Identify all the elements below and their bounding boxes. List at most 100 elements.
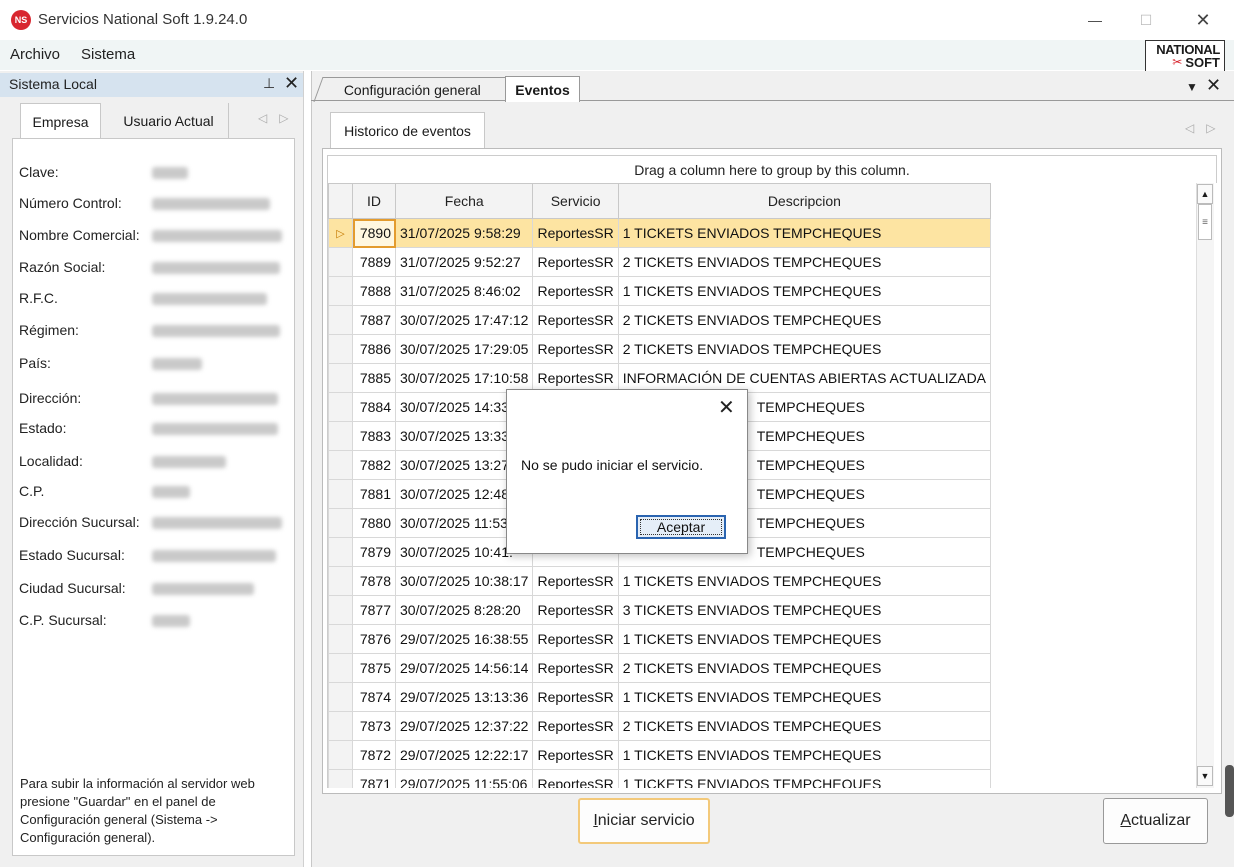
- cell-descripcion[interactable]: 2 TICKETS ENVIADOS TEMPCHEQUES: [617, 653, 992, 683]
- tab-empresa[interactable]: Empresa: [20, 103, 101, 139]
- cell-servicio[interactable]: ReportesSR: [532, 276, 619, 306]
- cell-fecha[interactable]: 30/07/2025 10:38:17: [394, 566, 534, 596]
- cell-descripcion[interactable]: 1 TICKETS ENVIADOS TEMPCHEQUES: [617, 276, 992, 306]
- table-row[interactable]: 7875 29/07/2025 14:56:14 ReportesSR 2 TICKE…: [328, 653, 992, 683]
- cell-id[interactable]: 7872: [352, 740, 396, 770]
- cell-id[interactable]: 7879: [352, 537, 396, 567]
- cell-id[interactable]: 7878: [352, 566, 396, 596]
- pin-icon[interactable]: ⊥: [263, 75, 275, 92]
- tab-configuracion-general[interactable]: Configuración general: [313, 77, 510, 102]
- cell-id[interactable]: 7889: [352, 247, 396, 277]
- column-header-servicio[interactable]: Servicio: [532, 183, 619, 219]
- table-row[interactable]: 7878 30/07/2025 10:38:17 ReportesSR 1 TICKE…: [328, 566, 992, 596]
- cell-descripcion[interactable]: 1 TICKETS ENVIADOS TEMPCHEQUES: [617, 624, 992, 654]
- tab-usuario-actual[interactable]: Usuario Actual: [109, 103, 229, 139]
- vertical-scrollbar[interactable]: [1196, 183, 1214, 788]
- cell-id[interactable]: 7874: [352, 682, 396, 712]
- cell-servicio[interactable]: ReportesSR: [532, 566, 619, 596]
- cell-id[interactable]: 7885: [352, 363, 396, 393]
- table-row[interactable]: 7872 29/07/2025 12:22:17 ReportesSR 1 TICKE…: [328, 740, 992, 770]
- cell-fecha[interactable]: 29/07/2025 12:22:17: [394, 740, 534, 770]
- cell-servicio[interactable]: ReportesSR: [532, 653, 619, 683]
- cell-servicio[interactable]: ReportesSR: [532, 740, 619, 770]
- cell-fecha[interactable]: 29/07/2025 12:37:22: [394, 711, 534, 741]
- cell-descripcion[interactable]: 3 TICKETS ENVIADOS TEMPCHEQUES: [617, 595, 992, 625]
- cell-id[interactable]: 7871: [352, 769, 396, 788]
- table-row[interactable]: 7888 31/07/2025 8:46:02 ReportesSR 1 TICKET…: [328, 276, 992, 306]
- dialog-close-icon[interactable]: ✕: [718, 395, 735, 420]
- cell-descripcion[interactable]: 1 TICKETS ENVIADOS TEMPCHEQUES: [617, 769, 992, 788]
- cell-descripcion[interactable]: 2 TICKETS ENVIADOS TEMPCHEQUES: [617, 305, 992, 335]
- cell-fecha[interactable]: 30/07/2025 8:28:20: [394, 595, 534, 625]
- cell-fecha[interactable]: 29/07/2025 13:13:36: [394, 682, 534, 712]
- close-icon[interactable]: ✕: [1206, 75, 1221, 96]
- cell-fecha[interactable]: 29/07/2025 14:56:14: [394, 653, 534, 683]
- cell-descripcion[interactable]: 2 TICKETS ENVIADOS TEMPCHEQUES: [617, 247, 992, 277]
- cell-id[interactable]: 7882: [352, 450, 396, 480]
- cell-descripcion[interactable]: 2 TICKETS ENVIADOS TEMPCHEQUES: [617, 711, 992, 741]
- table-row[interactable]: 7874 29/07/2025 13:13:36 ReportesSR 1 TICKE…: [328, 682, 992, 712]
- cell-id[interactable]: 7873: [352, 711, 396, 741]
- scroll-thumb[interactable]: ≡: [1198, 204, 1212, 240]
- cell-servicio[interactable]: ReportesSR: [532, 682, 619, 712]
- tab-scroll-arrows-icon[interactable]: ◁▷: [1185, 121, 1227, 135]
- aceptar-button[interactable]: Aceptar: [636, 515, 726, 539]
- tab-scroll-arrows-icon[interactable]: ◁▷: [258, 111, 300, 125]
- cell-fecha[interactable]: 30/07/2025 17:47:12: [394, 305, 534, 335]
- cell-servicio[interactable]: ReportesSR: [532, 334, 619, 364]
- tab-historico-de-eventos[interactable]: Historico de eventos: [330, 112, 485, 148]
- cell-servicio[interactable]: ReportesSR: [532, 247, 619, 277]
- table-row[interactable]: 7877 30/07/2025 8:28:20 ReportesSR 3 TICKET…: [328, 595, 992, 625]
- table-row[interactable]: 7889 31/07/2025 9:52:27 ReportesSR 2 TICKET…: [328, 247, 992, 277]
- cell-fecha[interactable]: 29/07/2025 11:55:06: [394, 769, 534, 788]
- cell-fecha[interactable]: 31/07/2025 8:46:02: [394, 276, 534, 306]
- cell-descripcion[interactable]: 2 TICKETS ENVIADOS TEMPCHEQUES: [617, 334, 992, 364]
- tab-eventos[interactable]: Eventos: [505, 76, 580, 102]
- cell-servicio[interactable]: ReportesSR: [532, 305, 619, 335]
- scroll-up-icon[interactable]: ▲: [1197, 184, 1213, 204]
- close-window-button[interactable]: ✕: [1180, 0, 1226, 40]
- iniciar-servicio-button[interactable]: Iniciar servicio: [578, 798, 710, 844]
- maximize-button[interactable]: ☐: [1123, 0, 1169, 40]
- cell-id[interactable]: 7880: [352, 508, 396, 538]
- cell-fecha[interactable]: 29/07/2025 16:38:55: [394, 624, 534, 654]
- tab-list-dropdown-icon[interactable]: ▼: [1186, 80, 1198, 94]
- cell-servicio[interactable]: ReportesSR: [532, 218, 619, 248]
- actualizar-button[interactable]: Actualizar: [1103, 798, 1208, 844]
- cell-fecha[interactable]: 30/07/2025 17:29:05: [394, 334, 534, 364]
- cell-fecha[interactable]: 31/07/2025 9:58:29: [394, 218, 534, 248]
- group-by-panel[interactable]: Drag a column here to group by this colu…: [327, 155, 1217, 183]
- cell-id[interactable]: 7876: [352, 624, 396, 654]
- cell-id[interactable]: 7883: [352, 421, 396, 451]
- cell-id[interactable]: 7887: [352, 305, 396, 335]
- table-row[interactable]: 7876 29/07/2025 16:38:55 ReportesSR 1 TICKE…: [328, 624, 992, 654]
- menu-sistema[interactable]: Sistema: [81, 46, 135, 63]
- scroll-down-icon[interactable]: ▼: [1197, 766, 1213, 786]
- cell-descripcion[interactable]: 1 TICKETS ENVIADOS TEMPCHEQUES: [617, 682, 992, 712]
- cell-fecha[interactable]: 31/07/2025 9:52:27: [394, 247, 534, 277]
- table-row[interactable]: 7886 30/07/2025 17:29:05 ReportesSR 2 TICKE…: [328, 334, 992, 364]
- cell-id[interactable]: 7881: [352, 479, 396, 509]
- column-header-fecha[interactable]: Fecha: [394, 183, 534, 219]
- cell-id[interactable]: 7875: [352, 653, 396, 683]
- cell-id[interactable]: 7877: [352, 595, 396, 625]
- cell-servicio[interactable]: ReportesSR: [532, 595, 619, 625]
- cell-id[interactable]: 7886: [352, 334, 396, 364]
- column-header-id[interactable]: ID: [352, 183, 396, 219]
- column-header-descripcion[interactable]: Descripcion: [617, 183, 992, 219]
- cell-servicio[interactable]: ReportesSR: [532, 624, 619, 654]
- table-row[interactable]: 7873 29/07/2025 12:37:22 ReportesSR 2 TICKE…: [328, 711, 992, 741]
- table-row[interactable]: 7871 29/07/2025 11:55:06 ReportesSR 1 TICKE…: [328, 769, 992, 788]
- cell-id[interactable]: 7888: [352, 276, 396, 306]
- table-row[interactable]: 7887 30/07/2025 17:47:12 ReportesSR 2 TICKE…: [328, 305, 992, 335]
- menu-archivo[interactable]: Archivo: [10, 46, 60, 63]
- cell-descripcion[interactable]: 1 TICKETS ENVIADOS TEMPCHEQUES: [617, 218, 992, 248]
- close-icon[interactable]: ✕: [284, 73, 299, 94]
- minimize-button[interactable]: —: [1072, 0, 1118, 40]
- cell-id[interactable]: 7890: [352, 218, 396, 248]
- table-row-selected[interactable]: ▷ 7890 31/07/2025 9:58:29 ReportesSR 1 T…: [328, 218, 992, 248]
- cell-descripcion[interactable]: 1 TICKETS ENVIADOS TEMPCHEQUES: [617, 740, 992, 770]
- cell-descripcion[interactable]: 1 TICKETS ENVIADOS TEMPCHEQUES: [617, 566, 992, 596]
- cell-servicio[interactable]: ReportesSR: [532, 711, 619, 741]
- cell-id[interactable]: 7884: [352, 392, 396, 422]
